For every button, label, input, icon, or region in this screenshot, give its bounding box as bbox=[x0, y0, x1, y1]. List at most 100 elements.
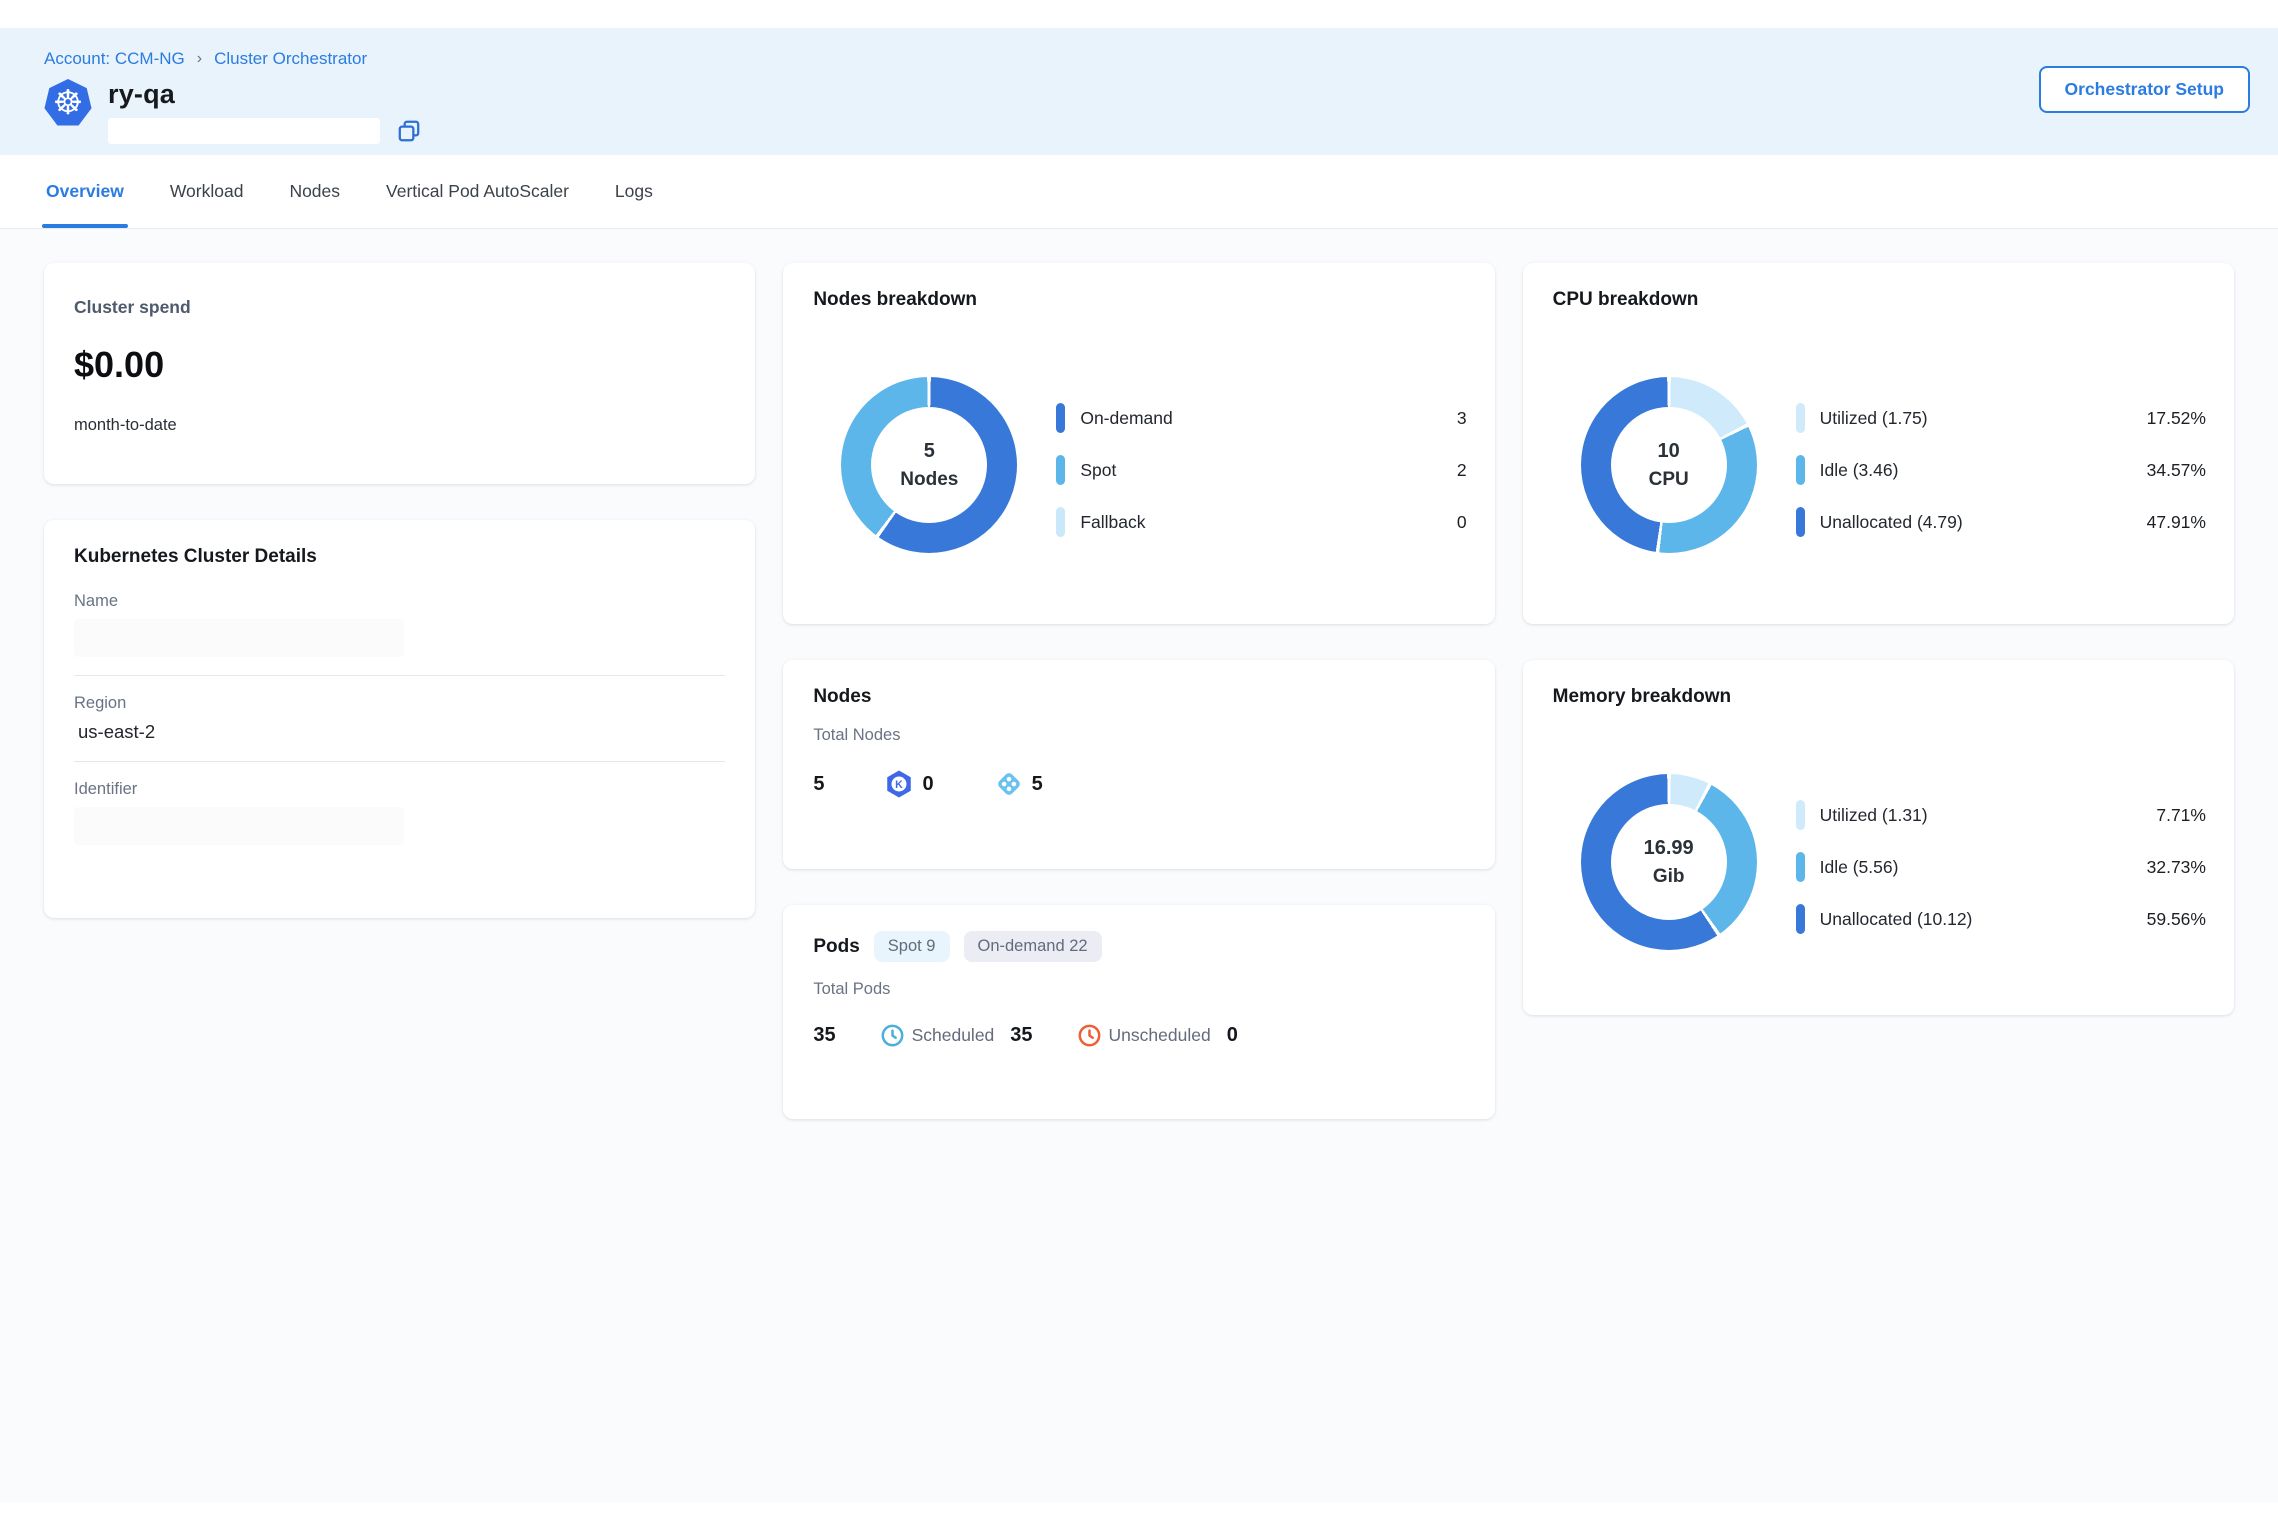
tab-vertical-pod-autoscaler[interactable]: Vertical Pod AutoScaler bbox=[384, 155, 571, 228]
legend-color-chip bbox=[1796, 904, 1805, 934]
donut-center-value: 10 bbox=[1658, 437, 1680, 466]
spot-nodes-count: 5 bbox=[1032, 773, 1043, 796]
legend-color-chip bbox=[1796, 800, 1805, 830]
cluster-spend-title: Cluster spend bbox=[74, 297, 725, 318]
memory-breakdown-card: Memory breakdown 16.99 Gib Utilized (1.3… bbox=[1523, 660, 2234, 1015]
legend-item: Idle (5.56) 32.73% bbox=[1796, 850, 2206, 884]
legend-label: Idle (3.46) bbox=[1820, 460, 2147, 481]
spot-diamond-icon bbox=[994, 769, 1024, 799]
breadcrumb-section-link[interactable]: Cluster Orchestrator bbox=[214, 49, 367, 69]
total-nodes-value: 5 bbox=[813, 773, 824, 796]
legend-label: Unallocated (4.79) bbox=[1820, 512, 2147, 533]
kubernetes-hexagon-icon: K bbox=[884, 769, 914, 799]
name-field-label: Name bbox=[74, 592, 725, 611]
legend-label: Spot bbox=[1080, 460, 1457, 481]
region-field-value: us-east-2 bbox=[74, 721, 725, 743]
pods-card: Pods Spot 9 On-demand 22 Total Pods 35 S… bbox=[783, 905, 1494, 1119]
legend-item: Idle (3.46) 34.57% bbox=[1796, 453, 2206, 487]
legend-color-chip bbox=[1796, 852, 1805, 882]
cluster-spend-amount: $0.00 bbox=[74, 344, 725, 386]
breadcrumb-account-link[interactable]: Account: CCM-NG bbox=[44, 49, 185, 69]
legend-color-chip bbox=[1796, 455, 1805, 485]
legend-value: 3 bbox=[1457, 408, 1467, 429]
nodes-breakdown-legend: On-demand 3 Spot 2 Fallback 0 bbox=[1056, 401, 1466, 557]
legend-value: 59.56% bbox=[2147, 909, 2206, 930]
legend-label: Idle (5.56) bbox=[1820, 857, 2147, 878]
legend-value: 47.91% bbox=[2147, 512, 2206, 533]
memory-breakdown-donut-chart: 16.99 Gib bbox=[1581, 774, 1757, 950]
donut-center: 10 CPU bbox=[1611, 407, 1727, 523]
region-field-label: Region bbox=[74, 694, 725, 713]
tab-logs[interactable]: Logs bbox=[613, 155, 655, 228]
legend-item: Spot 2 bbox=[1056, 453, 1466, 487]
cluster-details-card: Kubernetes Cluster Details Name Region u… bbox=[44, 520, 755, 918]
legend-item: Unallocated (4.79) 47.91% bbox=[1796, 505, 2206, 539]
ondemand-pods-badge: On-demand 22 bbox=[964, 931, 1102, 962]
donut-center-value: 5 bbox=[924, 437, 935, 466]
nodes-summary-card: Nodes Total Nodes 5 K 0 bbox=[783, 660, 1494, 869]
legend-label: Utilized (1.75) bbox=[1820, 408, 2147, 429]
cluster-id-redacted bbox=[108, 118, 380, 144]
tab-workload[interactable]: Workload bbox=[168, 155, 246, 228]
pods-title: Pods bbox=[813, 936, 859, 958]
donut-center-label: Nodes bbox=[900, 466, 958, 494]
legend-item: Utilized (1.31) 7.71% bbox=[1796, 798, 2206, 832]
legend-color-chip bbox=[1056, 455, 1065, 485]
legend-value: 7.71% bbox=[2156, 805, 2206, 826]
spot-pods-badge: Spot 9 bbox=[874, 931, 950, 962]
chevron-right-icon: › bbox=[197, 50, 202, 68]
legend-color-chip bbox=[1796, 507, 1805, 537]
legend-label: Utilized (1.31) bbox=[1820, 805, 2157, 826]
legend-value: 2 bbox=[1457, 460, 1467, 481]
total-nodes-label: Total Nodes bbox=[813, 726, 1464, 745]
donut-center: 5 Nodes bbox=[871, 407, 987, 523]
legend-item: Fallback 0 bbox=[1056, 505, 1466, 539]
cluster-spend-period: month-to-date bbox=[74, 416, 725, 435]
orchestrator-setup-button[interactable]: Orchestrator Setup bbox=[2039, 66, 2250, 113]
cluster-spend-card: Cluster spend $0.00 month-to-date bbox=[44, 263, 755, 484]
donut-center-label: CPU bbox=[1649, 466, 1689, 494]
unscheduled-value: 0 bbox=[1227, 1024, 1238, 1047]
cpu-breakdown-card: CPU breakdown 10 CPU Utilized (1.75) 17.… bbox=[1523, 263, 2234, 624]
tab-bar: Overview Workload Nodes Vertical Pod Aut… bbox=[0, 155, 2278, 229]
cluster-details-title: Kubernetes Cluster Details bbox=[74, 546, 725, 568]
tab-overview[interactable]: Overview bbox=[44, 155, 126, 228]
svg-text:K: K bbox=[896, 779, 904, 791]
legend-value: 34.57% bbox=[2147, 460, 2206, 481]
legend-item: On-demand 3 bbox=[1056, 401, 1466, 435]
total-pods-label: Total Pods bbox=[813, 980, 1464, 999]
tab-nodes[interactable]: Nodes bbox=[287, 155, 342, 228]
divider bbox=[74, 761, 725, 762]
scheduled-clock-icon bbox=[880, 1023, 905, 1048]
nodes-breakdown-card: Nodes breakdown 5 Nodes On-demand 3 Spot… bbox=[783, 263, 1494, 624]
page-title: ry-qa bbox=[108, 79, 422, 110]
legend-label: On-demand bbox=[1080, 408, 1457, 429]
nodes-summary-title: Nodes bbox=[813, 686, 1464, 708]
identifier-field-label: Identifier bbox=[74, 780, 725, 799]
kubernetes-icon: ☸ bbox=[44, 79, 92, 127]
cpu-breakdown-donut-chart: 10 CPU bbox=[1581, 377, 1757, 553]
memory-breakdown-title: Memory breakdown bbox=[1553, 686, 2204, 708]
nodes-breakdown-title: Nodes breakdown bbox=[813, 289, 1464, 311]
cpu-breakdown-title: CPU breakdown bbox=[1553, 289, 2204, 311]
unscheduled-clock-icon bbox=[1077, 1023, 1102, 1048]
kubernetes-wheel-glyph: ☸ bbox=[53, 86, 83, 120]
legend-value: 32.73% bbox=[2147, 857, 2206, 878]
donut-center-value: 16.99 bbox=[1644, 834, 1694, 863]
donut-center-label: Gib bbox=[1653, 863, 1685, 891]
nodes-breakdown-donut-chart: 5 Nodes bbox=[841, 377, 1017, 553]
legend-color-chip bbox=[1056, 507, 1065, 537]
unscheduled-label: Unscheduled bbox=[1109, 1025, 1211, 1046]
copy-icon[interactable] bbox=[396, 118, 422, 144]
legend-color-chip bbox=[1056, 403, 1065, 433]
identifier-field-redacted-value bbox=[74, 807, 404, 845]
legend-item: Utilized (1.75) 17.52% bbox=[1796, 401, 2206, 435]
cpu-breakdown-legend: Utilized (1.75) 17.52% Idle (3.46) 34.57… bbox=[1796, 401, 2206, 557]
name-field-redacted-value bbox=[74, 619, 404, 657]
legend-item: Unallocated (10.12) 59.56% bbox=[1796, 902, 2206, 936]
memory-breakdown-legend: Utilized (1.31) 7.71% Idle (5.56) 32.73%… bbox=[1796, 798, 2206, 954]
k8s-nodes-count: 0 bbox=[922, 773, 933, 796]
legend-color-chip bbox=[1796, 403, 1805, 433]
breadcrumb: Account: CCM-NG › Cluster Orchestrator bbox=[44, 49, 2234, 69]
legend-value: 17.52% bbox=[2147, 408, 2206, 429]
